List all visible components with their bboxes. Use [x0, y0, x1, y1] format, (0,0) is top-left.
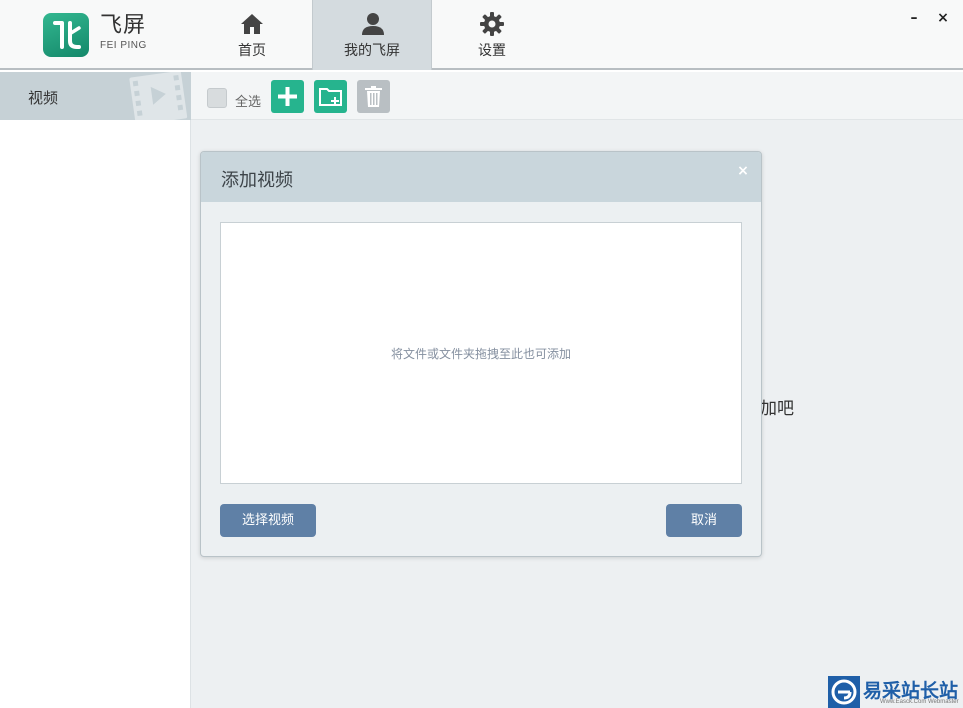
select-all-checkbox[interactable]	[207, 88, 227, 108]
toolbar: 全选	[191, 72, 963, 120]
dialog-header: 添加视频 ×	[201, 152, 761, 202]
main-nav: 首页 我的飞屏 设置	[192, 0, 552, 70]
brand-name-en: FEI PING	[100, 40, 147, 51]
file-drop-zone[interactable]: 将文件或文件夹拖拽至此也可添加	[220, 222, 742, 484]
sidebar-item-video[interactable]: 视频	[0, 72, 191, 120]
folder-add-icon	[319, 88, 342, 106]
add-folder-button[interactable]	[314, 80, 347, 113]
add-video-dialog: 添加视频 × 将文件或文件夹拖拽至此也可添加 选择视频 取消	[200, 151, 762, 557]
site-watermark: 易采站长站 Www.Easck.Com Webmaster	[828, 676, 963, 708]
empty-list-hint: 加吧	[760, 399, 794, 419]
choose-video-button[interactable]: 选择视频	[220, 504, 316, 537]
dialog-close-icon[interactable]: ×	[736, 164, 750, 178]
tab-settings-label: 设置	[478, 43, 506, 59]
tab-my-feiping[interactable]: 我的飞屏	[312, 0, 432, 70]
watermark-subtext: Www.Easck.Com Webmaster	[880, 699, 959, 705]
add-video-button[interactable]	[271, 80, 304, 113]
feiping-logo-icon	[53, 21, 81, 49]
select-all-label: 全选	[235, 95, 262, 110]
tab-settings[interactable]: 设置	[432, 0, 552, 70]
app-header: 飞屏 FEI PING 首页 我的飞屏 设置 – ×	[0, 0, 963, 70]
sidebar: 视频	[0, 72, 191, 708]
brand: 飞屏 FEI PING	[100, 13, 147, 52]
tab-home-label: 首页	[238, 43, 266, 59]
watermark-logo-icon	[828, 676, 860, 708]
user-icon	[362, 13, 384, 35]
trash-icon	[365, 86, 382, 107]
dialog-title: 添加视频	[221, 170, 293, 191]
brand-name-cn: 飞屏	[100, 13, 147, 38]
gear-icon	[480, 12, 504, 36]
app-logo	[43, 13, 89, 57]
sidebar-item-label: 视频	[28, 89, 59, 107]
tab-my-feiping-label: 我的飞屏	[344, 43, 400, 59]
home-icon	[241, 14, 263, 34]
minimize-button[interactable]: –	[906, 10, 922, 26]
drop-hint: 将文件或文件夹拖拽至此也可添加	[390, 347, 571, 361]
window-close-button[interactable]: ×	[935, 10, 951, 26]
cancel-button[interactable]: 取消	[666, 504, 742, 537]
delete-button[interactable]	[357, 80, 390, 113]
plus-icon	[278, 87, 297, 106]
tab-home[interactable]: 首页	[192, 0, 312, 70]
film-play-icon	[129, 72, 188, 120]
